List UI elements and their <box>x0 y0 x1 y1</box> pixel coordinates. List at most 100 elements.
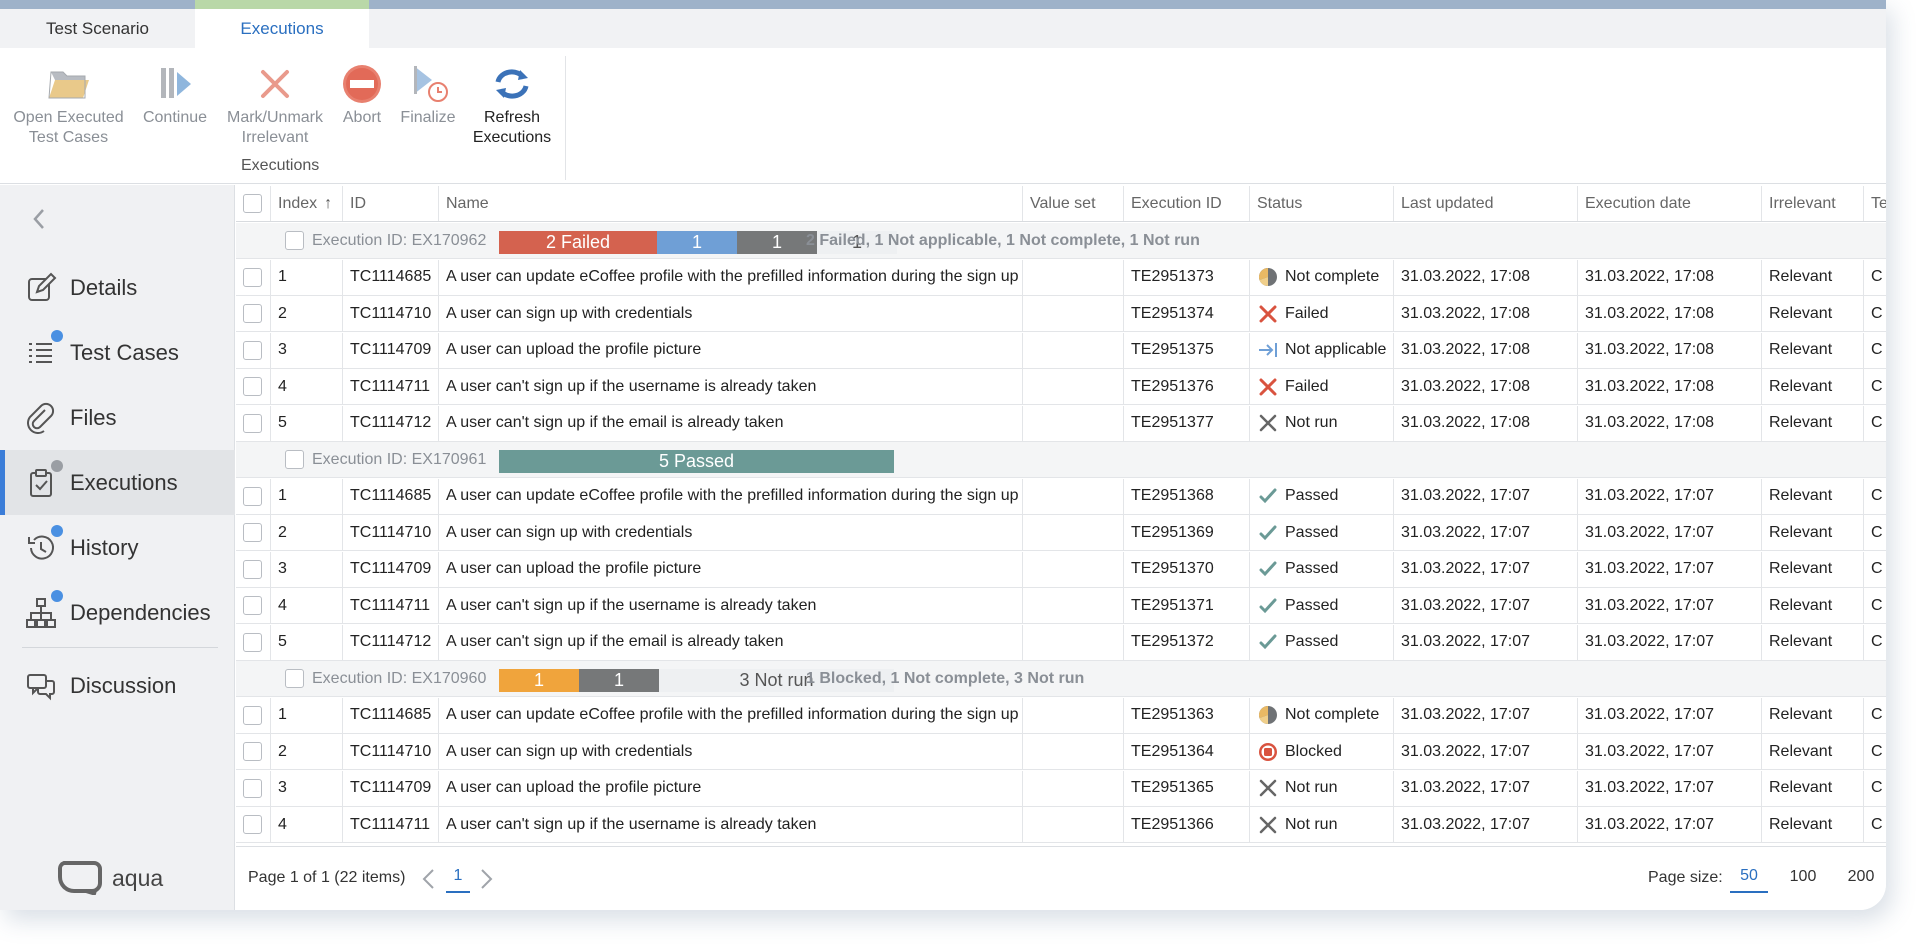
not-complete-icon <box>1257 704 1279 726</box>
sidebar-separator <box>22 647 218 648</box>
sidebar-item-history[interactable]: History <box>0 515 235 580</box>
table-row[interactable]: 4 TC1114711 A user can't sign up if the us… <box>236 588 1886 624</box>
table-row[interactable]: 5 TC1114712 A user can't sign up if the em… <box>236 405 1886 442</box>
column-header-irrelevant[interactable]: Irrelevant <box>1762 186 1864 221</box>
table-row[interactable]: 2 TC1114710 A user can sign up with creden… <box>236 515 1886 551</box>
column-header-id[interactable]: ID <box>343 186 439 221</box>
row-checkbox[interactable] <box>243 340 262 360</box>
execution-date-cell: 31.03.2022, 17:08 <box>1578 259 1762 295</box>
row-checkbox[interactable] <box>243 377 262 396</box>
row-checkbox[interactable] <box>243 304 262 323</box>
irrelevant-cell: Relevant <box>1762 551 1864 587</box>
irrelevant-cell: Relevant <box>1762 515 1864 550</box>
sidebar-item-executions[interactable]: Executions <box>0 450 235 515</box>
group-row[interactable]: Execution ID: EX170960 1 1 3 Not run 1 Block… <box>236 661 1886 697</box>
page-number-button[interactable]: 1 <box>446 861 470 893</box>
open-executed-test-cases-button[interactable]: Open Executed Test Cases <box>6 48 131 148</box>
sidebar-item-label: Discussion <box>70 672 177 698</box>
page-size-50[interactable]: 50 <box>1730 861 1768 893</box>
row-checkbox[interactable] <box>243 596 262 615</box>
column-header-index[interactable]: Index ↑ <box>271 186 343 221</box>
sort-ascending-icon: ↑ <box>324 194 333 212</box>
execution-date-cell: 31.03.2022, 17:08 <box>1578 405 1762 441</box>
row-checkbox[interactable] <box>243 413 262 433</box>
table-row[interactable]: 4 TC1114711 A user can't sign up if the us… <box>236 369 1886 405</box>
sidebar-item-test-cases[interactable]: Test Cases <box>0 320 235 385</box>
table-row[interactable]: 1 TC1114685 A user can update eCoffee prof… <box>236 478 1886 515</box>
sidebar-item-details[interactable]: Details <box>0 255 235 320</box>
execution-id-cell: TE2951363 <box>1124 697 1250 733</box>
status-text: Passed <box>1285 633 1339 650</box>
previous-page-button[interactable] <box>419 867 439 891</box>
name-cell: A user can't sign up if the username is … <box>439 369 1023 404</box>
group-row[interactable]: Execution ID: EX170961 5 Passed <box>236 442 1886 478</box>
sidebar-item-label: Dependencies <box>70 599 211 625</box>
status-value: Passed <box>1257 595 1338 617</box>
header-checkbox-cell <box>236 186 271 221</box>
table-row[interactable]: 3 TC1114709 A user can upload the profile … <box>236 770 1886 807</box>
column-header-execution-date[interactable]: Execution date <box>1578 186 1762 221</box>
row-checkbox[interactable] <box>243 267 262 287</box>
column-header-execution-id[interactable]: Execution ID <box>1124 186 1250 221</box>
column-header-te[interactable]: Te <box>1864 186 1886 221</box>
name-cell: A user can update eCoffee profile with t… <box>439 697 1023 733</box>
table-row[interactable]: 1 TC1114685 A user can update eCoffee prof… <box>236 697 1886 734</box>
te-cell: C <box>1864 260 1886 295</box>
sidebar-item-dependencies[interactable]: Dependencies <box>0 580 235 645</box>
name-cell: A user can sign up with credentials <box>439 296 1023 331</box>
status-cell: Failed <box>1250 296 1394 331</box>
not-run-icon <box>1257 412 1279 434</box>
row-checkbox[interactable] <box>243 632 262 652</box>
row-checkbox[interactable] <box>243 486 262 506</box>
table-row[interactable]: 2 TC1114710 A user can sign up with creden… <box>236 296 1886 332</box>
execution-date-cell: 31.03.2022, 17:08 <box>1578 369 1762 404</box>
page-size-100[interactable]: 100 <box>1784 861 1822 893</box>
next-page-button[interactable] <box>476 867 496 891</box>
passed-icon <box>1257 485 1279 507</box>
tab-executions[interactable]: Executions <box>195 9 369 48</box>
refresh-executions-button[interactable]: Refresh Executions <box>468 48 556 148</box>
irrelevant-cell: Relevant <box>1762 807 1864 842</box>
row-checkbox-cell <box>236 588 271 623</box>
sidebar-item-discussion[interactable]: Discussion <box>0 653 235 718</box>
status-summary-bar: 1 <box>499 669 579 692</box>
row-checkbox[interactable] <box>243 742 262 761</box>
row-checkbox[interactable] <box>243 705 262 725</box>
column-header-value-set[interactable]: Value set <box>1023 186 1124 221</box>
collapse-sidebar-button[interactable] <box>28 207 52 231</box>
finalize-button[interactable]: Finalize <box>396 48 460 148</box>
row-checkbox[interactable] <box>243 559 262 579</box>
group-row[interactable]: Execution ID: EX170962 2 Failed 1 1 1 2 Faile… <box>236 223 1886 259</box>
table-row[interactable]: 3 TC1114709 A user can upload the profile … <box>236 332 1886 369</box>
table-row[interactable]: 4 TC1114711 A user can't sign up if the us… <box>236 807 1886 843</box>
index-cell: 2 <box>271 296 343 331</box>
table-row[interactable]: 3 TC1114709 A user can upload the profile … <box>236 551 1886 588</box>
mark-unmark-irrelevant-button[interactable]: Mark/Unmark Irrelevant <box>220 48 330 148</box>
row-checkbox[interactable] <box>243 815 262 834</box>
x-mark-icon <box>253 62 297 106</box>
row-checkbox[interactable] <box>243 778 262 798</box>
value-set-cell <box>1023 588 1124 623</box>
abort-button[interactable]: Abort <box>336 48 388 148</box>
column-header-name[interactable]: Name <box>439 186 1023 221</box>
status-text: Failed <box>1285 304 1329 322</box>
group-checkbox[interactable] <box>285 450 304 469</box>
table-row[interactable]: 5 TC1114712 A user can't sign up if the em… <box>236 624 1886 661</box>
last-updated-cell: 31.03.2022, 17:07 <box>1394 588 1578 623</box>
column-header-last-updated[interactable]: Last updated <box>1394 186 1578 221</box>
execution-id-cell: TE2951369 <box>1124 515 1250 550</box>
page-size-200[interactable]: 200 <box>1842 861 1880 893</box>
group-status-summary: 2 Failed, 1 Not applicable, 1 Not comple… <box>806 232 1200 249</box>
sidebar-item-files[interactable]: Files <box>0 385 235 450</box>
group-checkbox[interactable] <box>285 669 304 688</box>
tab-test-scenario[interactable]: Test Scenario <box>0 9 195 48</box>
select-all-checkbox[interactable] <box>243 194 262 213</box>
row-checkbox[interactable] <box>243 523 262 542</box>
name-cell: A user can upload the profile picture <box>439 770 1023 806</box>
name-cell: A user can't sign up if the email is alr… <box>439 405 1023 441</box>
group-checkbox[interactable] <box>285 231 304 250</box>
column-header-status[interactable]: Status <box>1250 186 1394 221</box>
table-row[interactable]: 2 TC1114710 A user can sign up with creden… <box>236 734 1886 770</box>
continue-button[interactable]: Continue <box>138 48 212 148</box>
table-row[interactable]: 1 TC1114685 A user can update eCoffee prof… <box>236 259 1886 296</box>
